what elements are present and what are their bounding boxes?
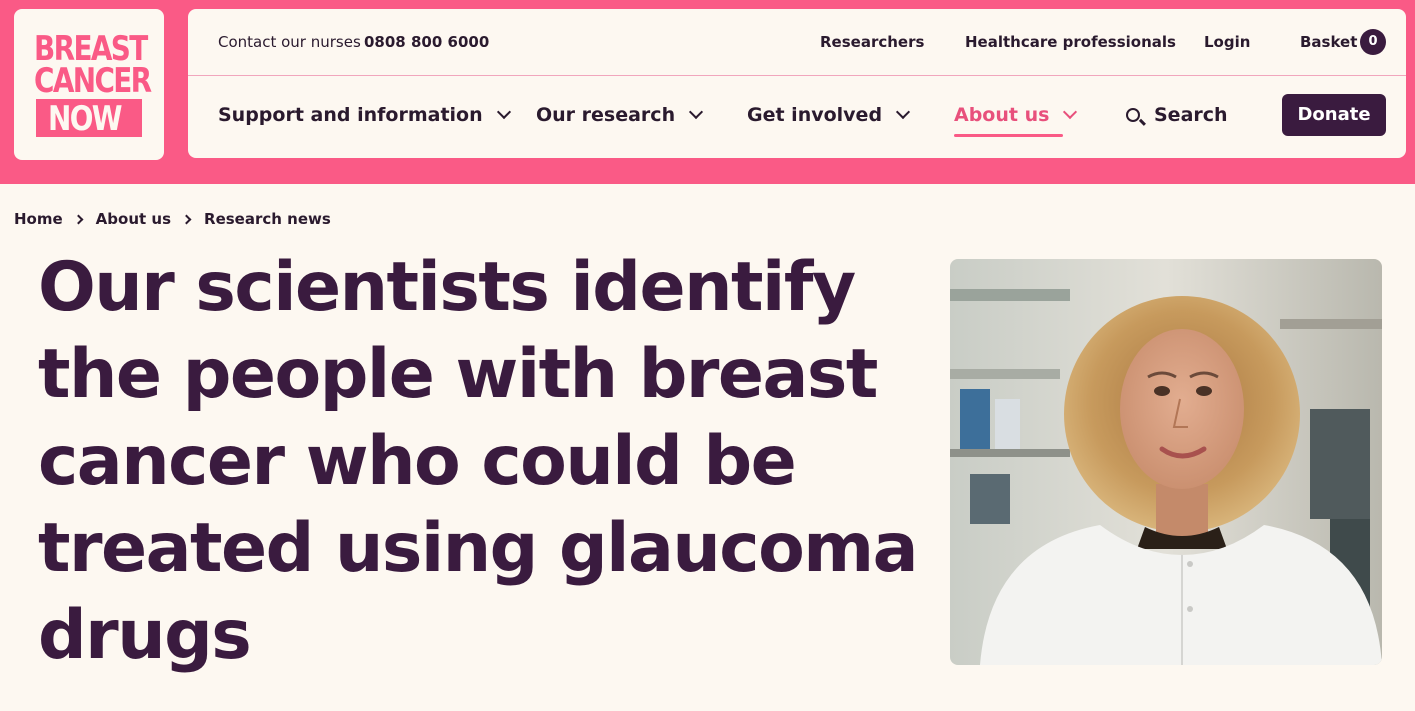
- breadcrumb: Home About us Research news: [14, 210, 331, 228]
- nav-involved-label: Get involved: [747, 104, 883, 126]
- login-link[interactable]: Login: [1204, 33, 1250, 51]
- chevron-down-icon: [496, 104, 511, 120]
- researchers-link[interactable]: Researchers: [820, 33, 924, 51]
- nav-our-research[interactable]: Our research: [536, 104, 704, 126]
- nav-divider: [188, 75, 1406, 76]
- breadcrumb-home[interactable]: Home: [14, 210, 63, 228]
- chevron-right-icon: [181, 214, 192, 224]
- chevron-down-icon: [895, 104, 911, 120]
- search-button[interactable]: Search: [1126, 104, 1228, 126]
- chevron-right-icon: [73, 214, 84, 224]
- chevron-down-icon: [1063, 104, 1078, 120]
- scientist-portrait-image: [950, 259, 1382, 665]
- nav-about-us[interactable]: About us: [954, 104, 1078, 126]
- nav-support-and-information[interactable]: Support and information: [218, 104, 511, 126]
- search-icon: [1126, 108, 1140, 122]
- healthcare-professionals-link[interactable]: Healthcare professionals: [965, 33, 1176, 51]
- contact-phone-link[interactable]: 0808 800 6000: [364, 33, 489, 51]
- breadcrumb-research-news[interactable]: Research news: [204, 210, 331, 228]
- basket-count-badge: 0: [1360, 29, 1386, 55]
- search-label: Search: [1154, 104, 1228, 126]
- nav-research-label: Our research: [536, 104, 676, 126]
- breadcrumb-about-us[interactable]: About us: [96, 210, 171, 228]
- nav-support-label: Support and information: [218, 104, 483, 126]
- chevron-down-icon: [689, 104, 704, 120]
- contact-nurses-label: Contact our nurses: [218, 33, 361, 51]
- navigation-panel: Contact our nurses 0808 800 6000 Researc…: [188, 9, 1406, 158]
- basket-link[interactable]: Basket: [1300, 33, 1357, 51]
- site-logo[interactable]: BREAST CANCER NOW: [14, 9, 164, 160]
- logo-line-now: NOW: [48, 99, 123, 139]
- logo-line-cancer: CANCER: [34, 61, 152, 101]
- nav-get-involved[interactable]: Get involved: [747, 104, 911, 126]
- donate-button[interactable]: Donate: [1282, 94, 1386, 136]
- page-title: Our scientists identify the people with …: [38, 248, 919, 675]
- nav-about-label: About us: [954, 104, 1050, 126]
- active-nav-underline: [954, 134, 1063, 137]
